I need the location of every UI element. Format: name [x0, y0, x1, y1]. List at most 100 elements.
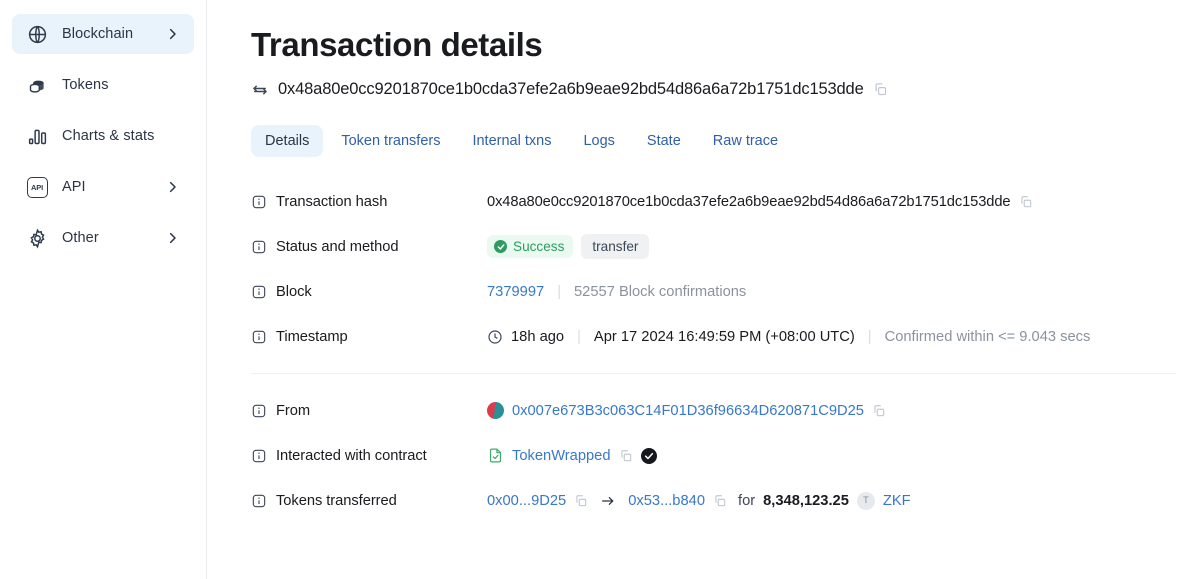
tab-details[interactable]: Details [251, 125, 324, 157]
token-to-address-link[interactable]: 0x53...b840 [628, 493, 705, 509]
row-from: From 0x007e673B3c063C14F01D36f96634D6208… [251, 388, 1176, 433]
row-label: Interacted with contract [276, 447, 427, 464]
token-amount: 8,348,123.25 [763, 492, 849, 509]
sidebar: Blockchain Tokens Charts & stats API API… [0, 0, 207, 579]
tab-internal-txns[interactable]: Internal txns [458, 125, 565, 157]
divider-pipe: | [867, 328, 872, 345]
copy-icon[interactable] [619, 449, 633, 463]
copy-icon[interactable] [713, 494, 727, 508]
row-value: Success transfer [487, 234, 650, 259]
avatar [487, 402, 504, 419]
row-label-group: Block [251, 284, 487, 300]
chevron-right-icon [165, 231, 180, 246]
sidebar-item-label: Charts & stats [62, 128, 155, 144]
copy-icon[interactable] [574, 494, 588, 508]
sidebar-item-api[interactable]: API API [12, 167, 194, 207]
row-label: Tokens transferred [276, 492, 397, 509]
row-label: Status and method [276, 238, 399, 255]
block-confirmations: 52557 Block confirmations [574, 283, 747, 300]
coins-icon [26, 74, 48, 96]
api-icon: API [26, 176, 48, 198]
status-text: Success [513, 239, 565, 254]
row-label-group: From [251, 403, 487, 419]
arrow-right-icon [596, 493, 620, 509]
row-status-and-method: Status and method Success transfer [251, 224, 1176, 269]
row-label: Transaction hash [276, 193, 388, 210]
info-icon[interactable] [251, 403, 267, 419]
status-badge: Success [487, 235, 574, 258]
row-label: From [276, 402, 311, 419]
divider-pipe: | [577, 328, 581, 345]
transaction-hash-text: 0x48a80e0cc9201870ce1b0cda37efe2a6b9eae9… [278, 80, 864, 98]
sidebar-item-blockchain[interactable]: Blockchain [12, 14, 194, 54]
row-label: Block [276, 283, 312, 300]
chevron-right-icon [165, 180, 180, 195]
row-label-group: Transaction hash [251, 194, 487, 210]
contract-name-link[interactable]: TokenWrapped [512, 448, 611, 464]
divider-pipe: | [557, 283, 562, 300]
tab-token-transfers[interactable]: Token transfers [327, 125, 454, 157]
chevron-right-icon [165, 27, 180, 42]
copy-icon[interactable] [872, 404, 886, 418]
sidebar-item-label: Other [62, 230, 99, 246]
sidebar-item-charts-stats[interactable]: Charts & stats [12, 116, 194, 156]
details-list: Transaction hash 0x48a80e0cc9201870ce1b0… [251, 179, 1176, 523]
info-icon[interactable] [251, 493, 267, 509]
row-label-group: Status and method [251, 239, 487, 255]
api-box-glyph: API [26, 176, 48, 198]
verified-badge-icon [640, 447, 657, 464]
chart-icon [26, 125, 48, 147]
row-timestamp: Timestamp 18h ago | Apr 17 2024 16:49:59… [251, 314, 1176, 359]
row-value: 0x48a80e0cc9201870ce1b0cda37efe2a6b9eae9… [487, 194, 1033, 210]
info-icon[interactable] [251, 329, 267, 345]
from-address-link[interactable]: 0x007e673B3c063C14F01D36f96634D620871C9D… [512, 403, 864, 419]
tab-raw-trace[interactable]: Raw trace [699, 125, 792, 157]
row-value: 18h ago | Apr 17 2024 16:49:59 PM (+08:0… [487, 329, 1090, 345]
transaction-hash-value: 0x48a80e0cc9201870ce1b0cda37efe2a6b9eae9… [487, 193, 1011, 210]
main-content: Transaction details 0x48a80e0cc9201870ce… [207, 0, 1200, 579]
verified-contract-icon [487, 447, 504, 464]
row-block: Block 7379997 | 52557 Block confirmation… [251, 269, 1176, 314]
globe-icon [26, 23, 48, 45]
info-icon[interactable] [251, 239, 267, 255]
sidebar-item-label: API [62, 179, 86, 195]
timestamp-absolute: Apr 17 2024 16:49:59 PM (+08:00 UTC) [593, 328, 855, 345]
block-number-link[interactable]: 7379997 [487, 284, 544, 300]
info-icon[interactable] [251, 448, 267, 464]
tab-state[interactable]: State [633, 125, 695, 157]
token-symbol-link[interactable]: ZKF [883, 493, 911, 509]
row-tokens-transferred: Tokens transferred 0x00...9D25 0x53...b8… [251, 478, 1176, 523]
sidebar-item-other[interactable]: Other [12, 218, 194, 258]
page-title: Transaction details [251, 26, 543, 63]
for-label: for [737, 492, 756, 509]
info-icon[interactable] [251, 284, 267, 300]
sidebar-item-tokens[interactable]: Tokens [12, 65, 194, 105]
row-label-group: Interacted with contract [251, 448, 487, 464]
row-label-group: Timestamp [251, 329, 487, 345]
copy-icon[interactable] [1019, 195, 1033, 209]
confirmed-within: Confirmed within <= 9.043 secs [884, 328, 1091, 345]
gear-icon [26, 227, 48, 249]
tab-logs[interactable]: Logs [569, 125, 628, 157]
row-value: 0x00...9D25 0x53...b840 for 8,348,123.25… [487, 491, 911, 510]
token-icon: T [856, 491, 875, 510]
row-value: 0x007e673B3c063C14F01D36f96634D620871C9D… [487, 402, 886, 419]
sidebar-item-label: Tokens [62, 77, 109, 93]
info-icon[interactable] [251, 194, 267, 210]
token-from-address-link[interactable]: 0x00...9D25 [487, 493, 566, 509]
swap-arrows-icon [251, 81, 269, 99]
row-label-group: Tokens transferred [251, 493, 487, 509]
copy-icon[interactable] [873, 82, 888, 97]
tab-bar: Details Token transfers Internal txns Lo… [251, 125, 1176, 157]
section-divider [251, 373, 1176, 374]
check-icon [494, 240, 507, 253]
row-label: Timestamp [276, 328, 348, 345]
method-badge: transfer [581, 234, 650, 259]
row-interacted-with-contract: Interacted with contract TokenWrapped [251, 433, 1176, 478]
row-value: 7379997 | 52557 Block confirmations [487, 284, 746, 300]
clock-icon [487, 329, 503, 345]
row-transaction-hash: Transaction hash 0x48a80e0cc9201870ce1b0… [251, 179, 1176, 224]
timestamp-relative: 18h ago [511, 328, 565, 345]
app-root: Blockchain Tokens Charts & stats API API… [0, 0, 1200, 579]
row-value: TokenWrapped [487, 447, 657, 464]
